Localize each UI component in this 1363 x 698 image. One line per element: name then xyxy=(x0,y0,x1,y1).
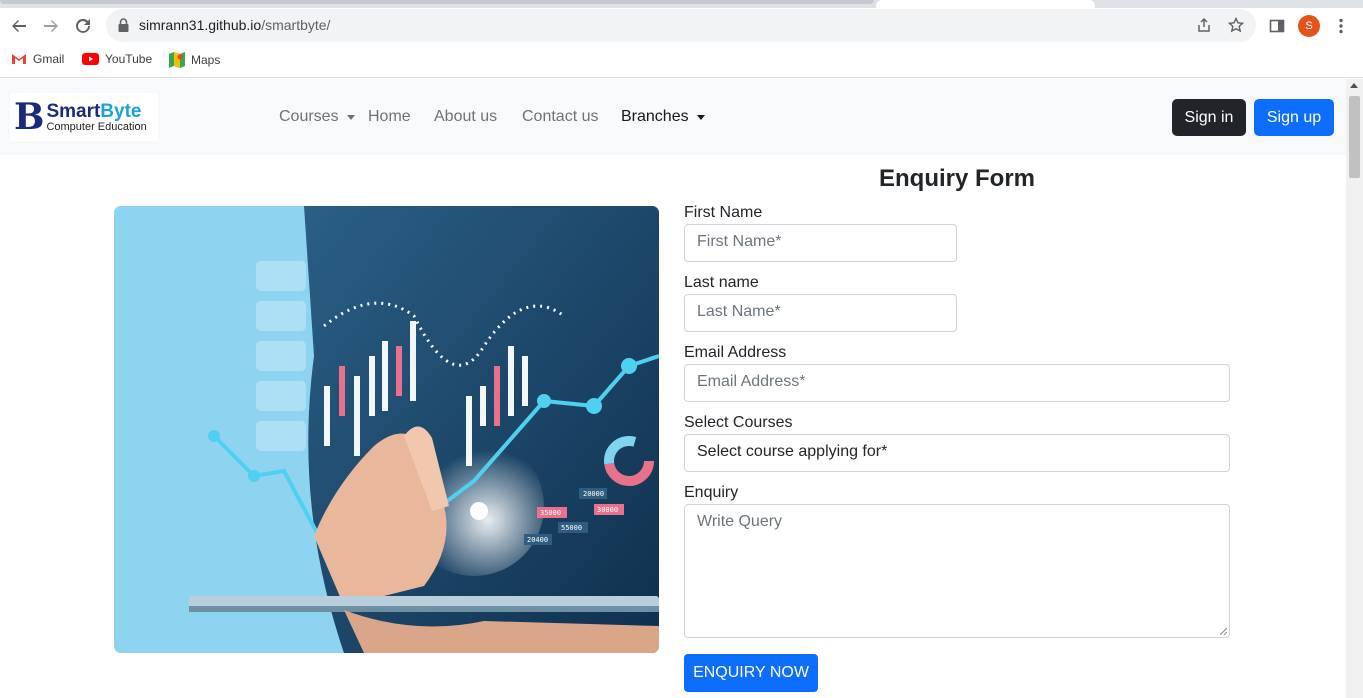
hero-chart-label: 35000 xyxy=(540,509,561,517)
hero-image: 20000 30000 35000 55000 20400 xyxy=(114,206,659,653)
email-label: Email Address xyxy=(684,344,787,361)
courses-label: Select Courses xyxy=(684,414,793,431)
side-panel-icon[interactable] xyxy=(1264,13,1290,39)
enquiry-now-button[interactable]: ENQUIRY NOW xyxy=(684,654,818,692)
email-input[interactable]: Email Address* xyxy=(684,364,1230,402)
share-icon[interactable] xyxy=(1196,17,1212,33)
enquiry-textarea[interactable]: Write Query xyxy=(684,504,1230,638)
bookmarks-bar: Gmail YouTube Maps xyxy=(0,44,1363,78)
caret-down-icon xyxy=(346,114,355,120)
first-name-input[interactable]: First Name* xyxy=(684,224,957,262)
nav-about-us[interactable]: About us xyxy=(434,108,497,126)
page-scrollbar[interactable] xyxy=(1346,79,1363,698)
bookmark-star-icon[interactable] xyxy=(1228,17,1244,33)
bookmark-maps[interactable]: Maps xyxy=(169,52,220,68)
nav-home[interactable]: Home xyxy=(368,108,411,126)
gmail-icon xyxy=(12,54,26,64)
lock-icon xyxy=(118,18,129,32)
menu-kebab-icon[interactable] xyxy=(1328,13,1354,39)
last-name-input[interactable]: Last Name* xyxy=(684,294,957,332)
logo-tagline: Computer Education xyxy=(46,120,147,133)
web-page: B SmartByte Computer Education Courses H… xyxy=(0,79,1346,698)
scroll-up-arrow-icon[interactable] xyxy=(1350,83,1358,88)
enquiry-placeholder: Write Query xyxy=(697,513,783,530)
address-bar[interactable]: simrann31.github.io/smartbyte/ xyxy=(106,9,1256,42)
nav-branches-dropdown[interactable]: Branches xyxy=(621,108,705,126)
form-title: Enquiry Form xyxy=(878,165,1035,192)
first-name-label: First Name xyxy=(684,204,763,221)
nav-courses-dropdown[interactable]: Courses xyxy=(279,108,355,126)
site-logo[interactable]: B SmartByte Computer Education xyxy=(10,93,158,141)
hero-chart-label: 55000 xyxy=(561,524,582,532)
reload-icon[interactable] xyxy=(70,13,96,39)
active-tab[interactable] xyxy=(876,0,1095,8)
url-text: simrann31.github.io/smartbyte/ xyxy=(139,17,331,33)
enquiry-label: Enquiry xyxy=(684,484,739,501)
scrollbar-thumb[interactable] xyxy=(1349,96,1360,178)
nav-contact-us[interactable]: Contact us xyxy=(522,108,598,126)
bookmark-gmail[interactable]: Gmail xyxy=(11,52,64,66)
sign-up-button[interactable]: Sign up xyxy=(1254,99,1334,136)
back-icon[interactable] xyxy=(6,13,32,39)
maps-icon xyxy=(169,52,185,68)
courses-select[interactable]: Select course applying for* xyxy=(684,434,1230,472)
inactive-tab[interactable] xyxy=(0,0,874,4)
last-name-label: Last name xyxy=(684,274,759,291)
hero-chart-label: 20000 xyxy=(583,490,604,498)
hero-chart-label: 20400 xyxy=(527,536,548,544)
forward-icon[interactable] xyxy=(38,13,64,39)
resize-handle-icon[interactable] xyxy=(1219,627,1227,635)
profile-avatar[interactable]: S xyxy=(1296,13,1322,39)
bookmark-youtube[interactable]: YouTube xyxy=(82,52,152,66)
browser-toolbar: simrann31.github.io/smartbyte/ S xyxy=(0,8,1363,44)
browser-tab-strip xyxy=(0,0,1363,8)
hero-chart-label: 30000 xyxy=(597,506,618,514)
youtube-icon xyxy=(82,53,99,65)
caret-down-icon xyxy=(696,114,705,120)
logo-name: SmartByte xyxy=(46,100,142,122)
site-navbar: B SmartByte Computer Education Courses H… xyxy=(0,79,1346,155)
sign-in-button[interactable]: Sign in xyxy=(1172,99,1246,136)
